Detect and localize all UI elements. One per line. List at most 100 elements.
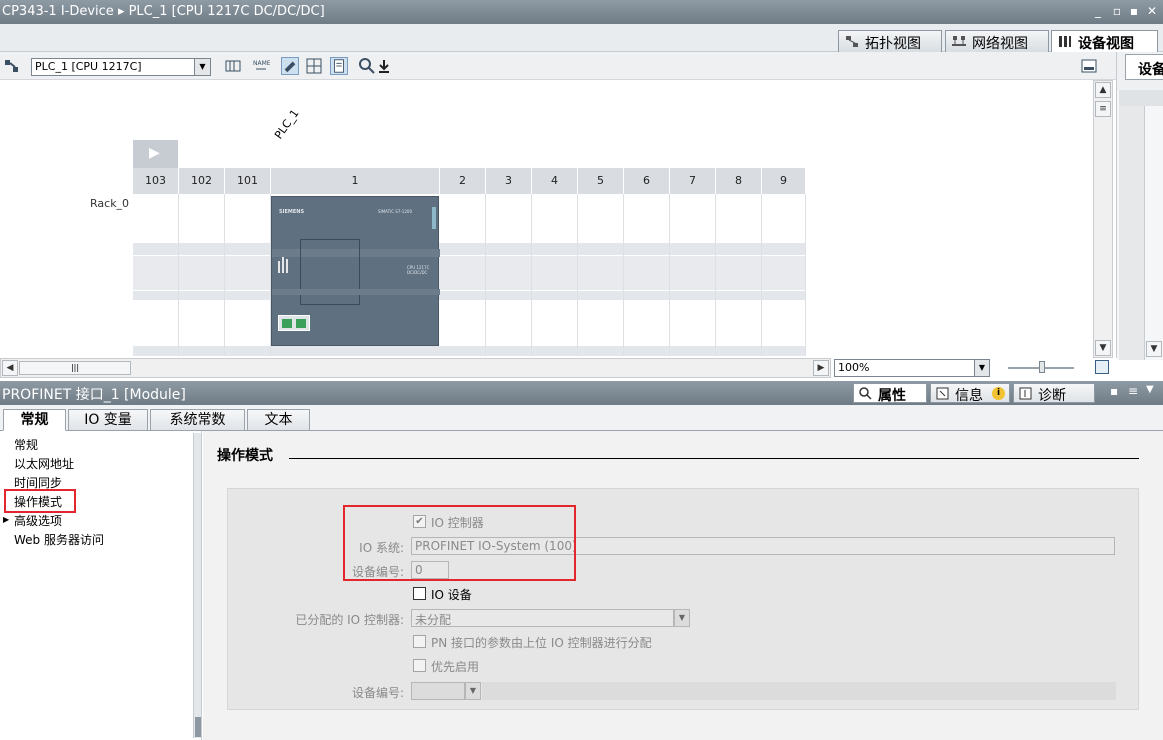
scroll-up-icon[interactable]: ▲ bbox=[1095, 82, 1111, 98]
device-icon bbox=[1059, 36, 1071, 47]
properties-content: 操作模式 ✔ IO 控制器 IO 系统: PROFINET IO-System … bbox=[203, 431, 1163, 740]
fit-view-icon[interactable] bbox=[1095, 360, 1109, 374]
scroll-left-icon[interactable]: ◀ bbox=[2, 360, 18, 376]
info-icon bbox=[936, 387, 949, 400]
grid-icon[interactable] bbox=[305, 57, 323, 75]
minimize-icon[interactable]: _ bbox=[1090, 3, 1106, 19]
diagnostics-icon bbox=[1019, 387, 1032, 400]
menu-icon[interactable]: ≡ bbox=[1128, 384, 1138, 398]
ethernet-port-icon[interactable] bbox=[278, 315, 310, 331]
slot-header: 2 bbox=[440, 168, 486, 194]
catalog-scroll-track[interactable] bbox=[1119, 90, 1145, 360]
device-number-2-label: 设备编号: bbox=[351, 686, 404, 700]
slot-header: 103 bbox=[133, 168, 179, 194]
overview-toggle-icon[interactable] bbox=[1080, 57, 1098, 75]
download-icon[interactable] bbox=[375, 57, 393, 75]
page-icon[interactable] bbox=[330, 57, 348, 75]
window-title: CP343-1 I-Device ▸ PLC_1 [CPU 1217C DC/D… bbox=[2, 4, 325, 19]
close-icon[interactable]: ✕ bbox=[1144, 3, 1160, 19]
nav-scrollbar[interactable] bbox=[193, 433, 201, 738]
pn-param-label: PN 接口的参数由上位 IO 控制器进行分配 bbox=[431, 636, 652, 650]
cpu-module[interactable]: SIEMENS SIMATIC S7-1200 CPU 1217C DC/DC/… bbox=[271, 196, 440, 346]
section-title: 操作模式 bbox=[217, 448, 273, 464]
show-module-labels-icon[interactable] bbox=[281, 57, 299, 75]
io-device-checkbox[interactable] bbox=[413, 587, 426, 600]
zoom-select[interactable]: 100% ▼ bbox=[834, 359, 990, 377]
collapse-icon[interactable]: ▼ bbox=[1146, 384, 1154, 395]
nav-item-ethernet-address[interactable]: 以太网地址 bbox=[14, 455, 74, 472]
restore-icon[interactable]: ▫ bbox=[1109, 3, 1125, 19]
highlight-box bbox=[4, 489, 76, 513]
cpu-cover bbox=[300, 239, 360, 305]
expand-icon[interactable]: ▶ bbox=[3, 515, 9, 524]
tab-system-constants[interactable]: 系统常数 bbox=[150, 409, 245, 431]
canvas-vertical-scrollbar[interactable]: ▲ ≡ ▼ bbox=[1093, 80, 1113, 358]
tab-network-view[interactable]: 网络视图 bbox=[945, 30, 1049, 52]
properties-header: PROFINET 接口_1 [Module] 属性 信息 i 诊断 ▪ ≡ ▼ bbox=[0, 381, 1163, 405]
properties-nav: 常规 以太网地址 时间同步 操作模式 ▶ 高级选项 Web 服务器访问 bbox=[0, 431, 202, 740]
window-title-bar: CP343-1 I-Device ▸ PLC_1 [CPU 1217C DC/D… bbox=[0, 0, 1163, 24]
tab-info[interactable]: 信息 i bbox=[930, 383, 1010, 404]
tab-topology-view[interactable]: 拓扑视图 bbox=[838, 30, 942, 52]
slot-header: 102 bbox=[179, 168, 225, 194]
expand-rack-button[interactable]: ▶ bbox=[133, 140, 178, 168]
properties-title: PROFINET 接口_1 [Module] bbox=[2, 387, 186, 403]
slot-header: 101 bbox=[225, 168, 271, 194]
cpu-type-label: CPU 1217C DC/DC/DC bbox=[407, 265, 430, 275]
zoom-slider-handle[interactable] bbox=[1039, 361, 1045, 373]
device-name-label: PLC_1 bbox=[272, 107, 302, 142]
tab-texts[interactable]: 文本 bbox=[247, 409, 310, 431]
tab-general[interactable]: 常规 bbox=[3, 409, 66, 431]
slot-header: 5 bbox=[578, 168, 624, 194]
chevron-down-icon[interactable]: ▼ bbox=[465, 682, 481, 700]
network-overview-icon[interactable] bbox=[3, 57, 21, 75]
cpu-brand-label: SIEMENS bbox=[279, 209, 305, 215]
slot-header: 7 bbox=[670, 168, 716, 194]
pn-param-checkbox[interactable] bbox=[413, 635, 426, 648]
nav-item-web-server-access[interactable]: Web 服务器访问 bbox=[14, 531, 104, 548]
nav-item-advanced-options[interactable]: 高级选项 bbox=[14, 512, 62, 529]
scroll-thumb[interactable]: ||| bbox=[19, 361, 131, 375]
tab-properties[interactable]: 属性 bbox=[853, 383, 927, 404]
tab-io-tags[interactable]: IO 变量 bbox=[68, 409, 148, 431]
slot-header: 8 bbox=[716, 168, 762, 194]
scroll-right-icon[interactable]: ▶ bbox=[813, 360, 829, 376]
priority-startup-checkbox[interactable] bbox=[413, 659, 426, 672]
chevron-down-icon[interactable]: ▼ bbox=[674, 609, 690, 627]
hardware-catalog-panel: 设备 bbox=[1116, 52, 1163, 360]
catalog-list bbox=[1117, 90, 1163, 360]
tab-device-data[interactable]: 设备 bbox=[1125, 54, 1163, 80]
assigned-controller-select[interactable]: 未分配 bbox=[411, 609, 674, 627]
properties-subtabs: 常规 IO 变量 系统常数 文本 bbox=[0, 405, 1163, 431]
catalog-scroll-down-icon[interactable]: ▼ bbox=[1146, 341, 1162, 357]
view-tabs-bar: 拓扑视图 网络视图 设备视图 bbox=[0, 24, 1163, 52]
float-icon[interactable]: ▪ bbox=[1110, 384, 1118, 398]
chevron-right-icon: ▶ bbox=[149, 145, 160, 161]
assigned-controller-label: 已分配的 IO 控制器: bbox=[295, 613, 404, 627]
io-device-label: IO 设备 bbox=[431, 588, 472, 602]
slot-header: 6 bbox=[624, 168, 670, 194]
tab-diagnostics[interactable]: 诊断 bbox=[1013, 383, 1095, 404]
nav-item-general[interactable]: 常规 bbox=[14, 436, 38, 453]
nav-scroll-thumb[interactable] bbox=[195, 717, 201, 737]
rename-icon[interactable]: NAME bbox=[252, 57, 270, 75]
info-badge-icon: i bbox=[992, 387, 1005, 400]
tab-device-view[interactable]: 设备视图 bbox=[1051, 30, 1158, 52]
slot-header: 9 bbox=[762, 168, 806, 194]
device-number-2-select[interactable] bbox=[411, 682, 465, 700]
chevron-down-icon[interactable]: ▼ bbox=[974, 360, 989, 376]
scroll-handle[interactable]: ≡ bbox=[1095, 101, 1111, 117]
slot-header: 1 bbox=[271, 168, 440, 194]
scroll-down-icon[interactable]: ▼ bbox=[1095, 340, 1111, 356]
canvas-horizontal-scrollbar[interactable]: ◀ ||| ▶ bbox=[0, 358, 831, 378]
device-select[interactable]: PLC_1 [CPU 1217C] ▼ bbox=[31, 58, 211, 76]
chevron-down-icon[interactable]: ▼ bbox=[194, 59, 210, 75]
slot-header: 3 bbox=[486, 168, 532, 194]
rack-label: Rack_0 bbox=[90, 197, 130, 210]
float-icon[interactable]: ▪ bbox=[1126, 3, 1142, 19]
rack-icon[interactable] bbox=[224, 57, 242, 75]
properties-icon bbox=[859, 387, 872, 400]
highlight-box bbox=[343, 505, 576, 581]
zoom-icon[interactable] bbox=[358, 57, 376, 75]
device-view-toolbar: PLC_1 [CPU 1217C] ▼ NAME bbox=[0, 52, 1116, 80]
